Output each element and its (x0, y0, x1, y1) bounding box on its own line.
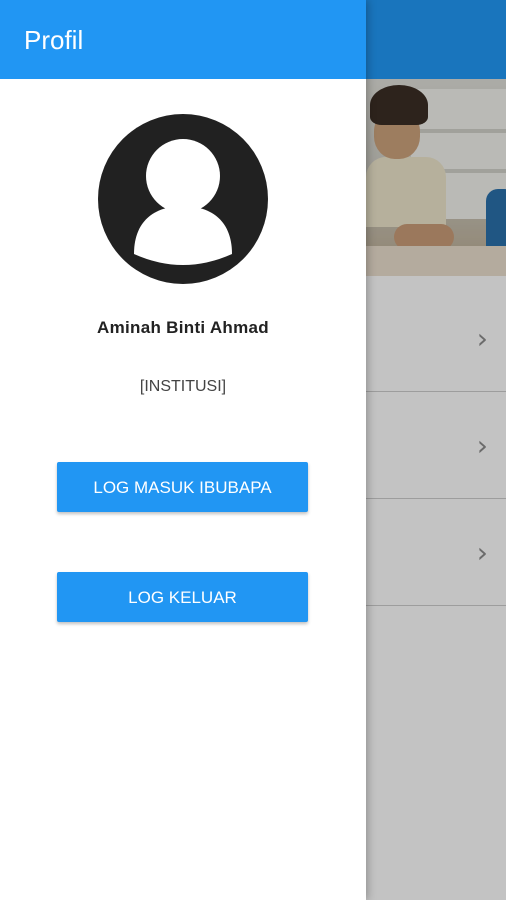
institution-label: [INSTITUSI] (139, 378, 227, 395)
user-name: Aminah Binti Ahmad (97, 318, 269, 337)
drawer-title: Profil (24, 25, 84, 55)
parent-login-button[interactable]: LOG MASUK IBUBAPA (57, 462, 308, 512)
logout-button[interactable]: LOG KELUAR (57, 572, 308, 622)
profile-drawer: Profil Aminah Binti Ahmad [INSTITUSI] LO… (0, 0, 366, 900)
drawer-header: Profil (0, 0, 366, 79)
drawer-scrim[interactable] (366, 0, 506, 900)
account-circle-icon (98, 114, 268, 284)
